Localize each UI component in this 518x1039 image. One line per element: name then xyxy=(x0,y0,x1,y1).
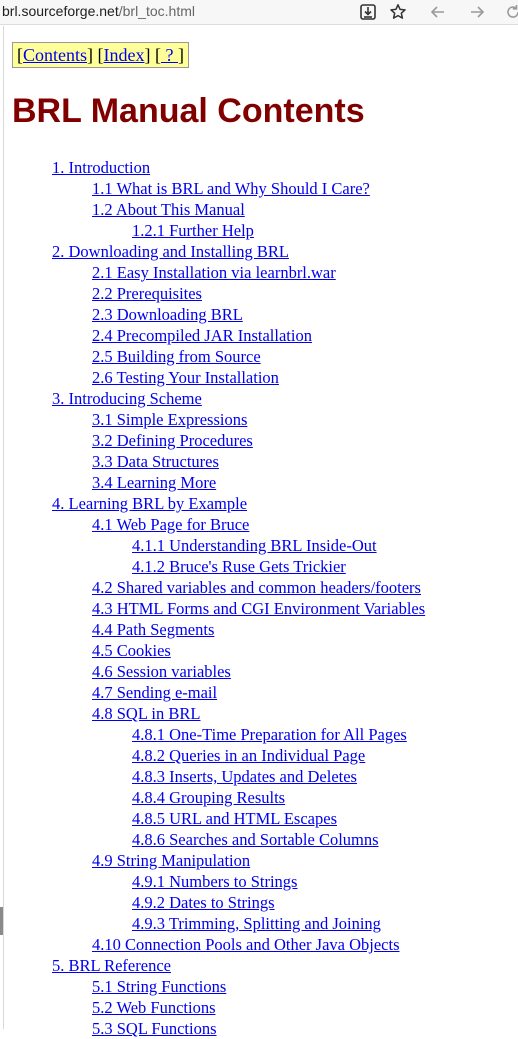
scrollbar-thumb[interactable] xyxy=(0,907,3,935)
toc-item: 4. Learning BRL by Example xyxy=(12,493,425,514)
nav-box: [Contents] [Index] [ ? ] xyxy=(12,42,189,68)
index-link[interactable]: Index xyxy=(104,45,145,65)
toc-item: 4.9.1 Numbers to Strings xyxy=(12,871,425,892)
toc-item: 5. BRL Reference xyxy=(12,955,425,976)
toc-item: 4.4 Path Segments xyxy=(12,619,425,640)
back-arrow-icon[interactable] xyxy=(427,1,449,23)
toc-item: 4.8.3 Inserts, Updates and Deletes xyxy=(12,766,425,787)
toc-item: 4.2 Shared variables and common headers/… xyxy=(12,577,425,598)
toc-item: 4.7 Sending e-mail xyxy=(12,682,425,703)
toc-link[interactable]: 4. Learning BRL by Example xyxy=(52,494,247,513)
toc-link[interactable]: 1.2 About This Manual xyxy=(92,200,245,219)
address-bar[interactable]: brl.sourceforge.net/brl_toc.html xyxy=(0,0,518,25)
toc-link[interactable]: 2. Downloading and Installing BRL xyxy=(52,242,289,261)
toc-link[interactable]: 4.1 Web Page for Bruce xyxy=(92,515,249,534)
toc-link[interactable]: 4.4 Path Segments xyxy=(92,620,214,639)
toc-link[interactable]: 4.9 String Manipulation xyxy=(92,851,250,870)
toc-item: 2.5 Building from Source xyxy=(12,346,425,367)
toc-link[interactable]: 5. BRL Reference xyxy=(52,956,171,975)
toc-item: 4.6 Session variables xyxy=(12,661,425,682)
bookmark-star-icon[interactable] xyxy=(387,1,409,23)
toc-item: 4.8.5 URL and HTML Escapes xyxy=(12,808,425,829)
url-text[interactable]: brl.sourceforge.net/brl_toc.html xyxy=(2,3,195,19)
page-title: BRL Manual Contents xyxy=(12,92,365,130)
toc-item: 5.1 String Functions xyxy=(12,976,425,997)
toc-item: 4.9 String Manipulation xyxy=(12,850,425,871)
toc-link[interactable]: 5.2 Web Functions xyxy=(92,998,216,1017)
install-app-icon[interactable] xyxy=(357,1,379,23)
toc-link[interactable]: 4.8.6 Searches and Sortable Columns xyxy=(132,830,379,849)
forward-arrow-icon[interactable] xyxy=(466,1,488,23)
toc-link[interactable]: 1.2.1 Further Help xyxy=(132,221,254,240)
toc-link[interactable]: 1. Introduction xyxy=(52,158,150,177)
toc-item: 1. Introduction xyxy=(12,157,425,178)
toc-item: 4.1.1 Understanding BRL Inside-Out xyxy=(12,535,425,556)
toc-item: 3.3 Data Structures xyxy=(12,451,425,472)
toc-link[interactable]: 1.1 What is BRL and Why Should I Care? xyxy=(92,179,370,198)
toc-link[interactable]: 2.5 Building from Source xyxy=(92,347,261,366)
toc-link[interactable]: 4.8.1 One-Time Preparation for All Pages xyxy=(132,725,407,744)
toc-link[interactable]: 2.1 Easy Installation via learnbrl.war xyxy=(92,263,336,282)
toc-link[interactable]: 4.1.2 Bruce's Ruse Gets Trickier xyxy=(132,557,346,576)
toc-item: 4.8.1 One-Time Preparation for All Pages xyxy=(12,724,425,745)
toc-item: 2.2 Prerequisites xyxy=(12,283,425,304)
toc-item: 3.4 Learning More xyxy=(12,472,425,493)
url-path: /brl_toc.html xyxy=(118,3,195,19)
toc-link[interactable]: 4.8.4 Grouping Results xyxy=(132,788,285,807)
toc-item: 2.3 Downloading BRL xyxy=(12,304,425,325)
toc-item: 2.4 Precompiled JAR Installation xyxy=(12,325,425,346)
toc-item: 4.8 SQL in BRL xyxy=(12,703,425,724)
toc-item: 4.5 Cookies xyxy=(12,640,425,661)
toc-link[interactable]: 3.2 Defining Procedures xyxy=(92,431,253,450)
toc-link[interactable]: 3.3 Data Structures xyxy=(92,452,219,471)
toc-link[interactable]: 4.8.5 URL and HTML Escapes xyxy=(132,809,337,828)
toc-item: 1.2.1 Further Help xyxy=(12,220,425,241)
toc-item: 4.8.2 Queries in an Individual Page xyxy=(12,745,425,766)
toc-item: 3. Introducing Scheme xyxy=(12,388,425,409)
toc-item: 4.10 Connection Pools and Other Java Obj… xyxy=(12,934,425,955)
toc-link[interactable]: 2.6 Testing Your Installation xyxy=(92,368,279,387)
contents-link[interactable]: Contents xyxy=(23,45,87,65)
toc-item: 4.8.6 Searches and Sortable Columns xyxy=(12,829,425,850)
toc-item: 4.9.3 Trimming, Splitting and Joining xyxy=(12,913,425,934)
toc-link[interactable]: 3. Introducing Scheme xyxy=(52,389,202,408)
toc-link[interactable]: 4.6 Session variables xyxy=(92,662,231,681)
reload-icon[interactable] xyxy=(502,1,518,23)
toc-link[interactable]: 2.2 Prerequisites xyxy=(92,284,202,303)
toc-item: 4.1 Web Page for Bruce xyxy=(12,514,425,535)
toc-item: 4.9.2 Dates to Strings xyxy=(12,892,425,913)
toc-link[interactable]: 3.1 Simple Expressions xyxy=(92,410,247,429)
toc-item: 5.2 Web Functions xyxy=(12,997,425,1018)
toc-link[interactable]: 4.2 Shared variables and common headers/… xyxy=(92,578,421,597)
toc-link[interactable]: 5.1 String Functions xyxy=(92,977,226,996)
page-border xyxy=(3,26,4,1029)
toc-link[interactable]: 4.1.1 Understanding BRL Inside-Out xyxy=(132,536,377,555)
toc-item: 2.6 Testing Your Installation xyxy=(12,367,425,388)
table-of-contents: 1. Introduction 1.1 What is BRL and Why S… xyxy=(12,157,425,1039)
toc-item: 2. Downloading and Installing BRL xyxy=(12,241,425,262)
toc-link[interactable]: 4.8 SQL in BRL xyxy=(92,704,200,723)
toc-item: 1.1 What is BRL and Why Should I Care? xyxy=(12,178,425,199)
toc-link[interactable]: 2.3 Downloading BRL xyxy=(92,305,243,324)
toc-link[interactable]: 4.8.3 Inserts, Updates and Deletes xyxy=(132,767,357,786)
toc-item: 1.2 About This Manual xyxy=(12,199,425,220)
toc-link[interactable]: 4.10 Connection Pools and Other Java Obj… xyxy=(92,935,400,954)
toc-link[interactable]: 4.9.3 Trimming, Splitting and Joining xyxy=(132,914,381,933)
help-link[interactable]: ? xyxy=(161,45,178,65)
toc-item: 3.1 Simple Expressions xyxy=(12,409,425,430)
url-host: brl.sourceforge.net xyxy=(2,3,119,19)
toc-link[interactable]: 4.9.2 Dates to Strings xyxy=(132,893,275,912)
toc-link[interactable]: 4.9.1 Numbers to Strings xyxy=(132,872,297,891)
toc-item: 4.8.4 Grouping Results xyxy=(12,787,425,808)
toc-item: 3.2 Defining Procedures xyxy=(12,430,425,451)
toc-item: 4.1.2 Bruce's Ruse Gets Trickier xyxy=(12,556,425,577)
toc-link[interactable]: 4.7 Sending e-mail xyxy=(92,683,217,702)
toc-item: 2.1 Easy Installation via learnbrl.war xyxy=(12,262,425,283)
toc-item: 4.3 HTML Forms and CGI Environment Varia… xyxy=(12,598,425,619)
toc-link[interactable]: 4.3 HTML Forms and CGI Environment Varia… xyxy=(92,599,425,618)
toc-link[interactable]: 4.8.2 Queries in an Individual Page xyxy=(132,746,365,765)
toc-link[interactable]: 2.4 Precompiled JAR Installation xyxy=(92,326,312,345)
toc-link[interactable]: 3.4 Learning More xyxy=(92,473,216,492)
toc-link[interactable]: 4.5 Cookies xyxy=(92,641,171,660)
